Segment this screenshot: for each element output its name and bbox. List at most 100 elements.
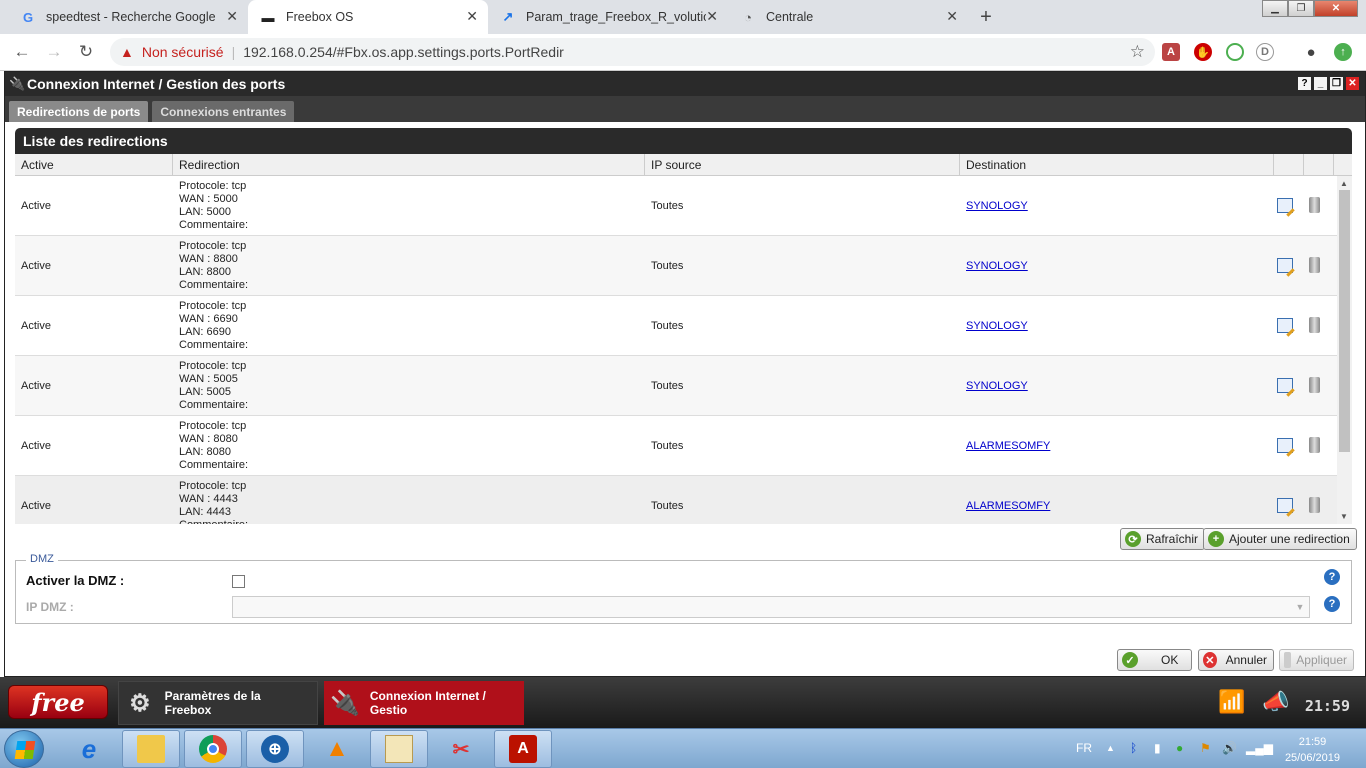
minimize-button[interactable]: _: [1314, 77, 1327, 90]
edit-icon[interactable]: [1277, 438, 1293, 453]
close-icon[interactable]: ✕: [946, 8, 958, 25]
edit-icon[interactable]: [1277, 378, 1293, 393]
col-redirection[interactable]: Redirection: [173, 154, 645, 176]
table-row[interactable]: Active Protocole: tcpWAN : 4443LAN: 4443C…: [15, 476, 1352, 524]
maximize-button[interactable]: ❐: [1288, 0, 1314, 17]
dmz-ip-select[interactable]: ▼: [232, 596, 1310, 618]
browser-toolbar: ← → ↻ ▲ Non sécurisé | 192.168.0.254/#Fb…: [0, 34, 1366, 71]
trash-icon[interactable]: [1309, 437, 1320, 453]
bookmark-star-icon[interactable]: ☆: [1130, 42, 1145, 62]
cancel-button[interactable]: ✕ Annuler: [1198, 649, 1274, 671]
close-button[interactable]: ✕: [1314, 0, 1358, 17]
apply-button[interactable]: Appliquer: [1279, 649, 1354, 671]
sync-extension-icon[interactable]: [1226, 43, 1244, 61]
tab-speedtest[interactable]: G speedtest - Recherche Google ✕: [8, 0, 248, 34]
cell-redirection: Protocole: tcpWAN : 4443LAN: 4443Comment…: [173, 480, 645, 525]
update-icon[interactable]: ↑: [1334, 43, 1352, 61]
edit-icon[interactable]: [1277, 318, 1293, 333]
app-taskbar-icon[interactable]: ⊕: [246, 730, 304, 768]
col-ip-source[interactable]: IP source: [645, 154, 960, 176]
edit-icon[interactable]: [1277, 498, 1293, 513]
trash-icon[interactable]: [1309, 257, 1320, 273]
add-redirection-button[interactable]: + Ajouter une redirection: [1203, 528, 1357, 550]
trash-icon[interactable]: [1309, 497, 1320, 513]
minimize-button[interactable]: ▁: [1262, 0, 1288, 17]
ok-button[interactable]: ✓ OK: [1117, 649, 1192, 671]
close-button[interactable]: ✕: [1346, 77, 1359, 90]
vlc-taskbar-icon[interactable]: ▲: [308, 730, 366, 768]
edit-icon[interactable]: [1277, 198, 1293, 213]
battery-icon[interactable]: ▮: [1154, 741, 1161, 755]
trash-icon[interactable]: [1309, 197, 1320, 213]
adblock-extension-icon[interactable]: ✋: [1194, 43, 1212, 61]
maximize-button[interactable]: ❐: [1330, 77, 1343, 90]
dmz-enable-checkbox[interactable]: [232, 575, 245, 588]
trash-icon[interactable]: [1309, 317, 1320, 333]
chrome-taskbar-icon[interactable]: [184, 730, 242, 768]
table-row[interactable]: Active Protocole: tcp WAN : 6690 LAN: 6690 C…: [15, 296, 1352, 356]
forward-button[interactable]: →: [42, 40, 66, 64]
tray-expand-icon[interactable]: ▲: [1106, 743, 1115, 753]
profile-icon[interactable]: ●: [1302, 43, 1320, 61]
viewer-taskbar-icon[interactable]: [370, 730, 428, 768]
signal-icon[interactable]: ▂▄▆: [1246, 741, 1273, 755]
close-icon[interactable]: ✕: [226, 8, 238, 25]
help-button[interactable]: ?: [1298, 77, 1311, 90]
destination-link[interactable]: ALARMESOMFY: [966, 500, 1050, 512]
back-button[interactable]: ←: [10, 40, 34, 64]
chevron-down-icon[interactable]: ▼: [1291, 597, 1309, 617]
destination-link[interactable]: SYNOLOGY: [966, 200, 1028, 212]
destination-link[interactable]: SYNOLOGY: [966, 320, 1028, 332]
address-bar[interactable]: ▲ Non sécurisé | 192.168.0.254/#Fbx.os.a…: [110, 38, 1155, 66]
pdf-extension-icon[interactable]: A: [1162, 43, 1180, 61]
cell-ip-source: Toutes: [651, 199, 684, 212]
wifi-icon[interactable]: 📶: [1218, 689, 1245, 715]
volume-icon[interactable]: 🔊: [1222, 741, 1237, 755]
wan-port-text: WAN : 5005: [179, 372, 238, 385]
table-row[interactable]: Active Protocole: tcp WAN : 5005 LAN: 5005 C…: [15, 356, 1352, 416]
trash-icon[interactable]: [1309, 377, 1320, 393]
help-icon[interactable]: ?: [1324, 596, 1340, 612]
cell-redirection: Protocole: tcp WAN : 8800 LAN: 8800 Comment…: [173, 240, 645, 292]
close-icon[interactable]: ✕: [706, 8, 718, 25]
edit-icon[interactable]: [1277, 258, 1293, 273]
snipping-taskbar-icon[interactable]: ✂: [432, 730, 490, 768]
table-row[interactable]: Active Protocole: tcp WAN : 8800 LAN: 8800 C…: [15, 236, 1352, 296]
taskbar-item-settings[interactable]: ⚙ Paramètres de la Freebox: [118, 681, 318, 725]
close-icon[interactable]: ✕: [466, 8, 478, 25]
flag-icon[interactable]: ⚑: [1200, 741, 1211, 755]
destination-link[interactable]: SYNOLOGY: [966, 380, 1028, 392]
refresh-button[interactable]: ⟳ Rafraîchir: [1120, 528, 1206, 550]
col-active[interactable]: Active: [15, 154, 173, 176]
tab-incoming-connections[interactable]: Connexions entrantes: [152, 101, 295, 122]
scroll-thumb[interactable]: [1339, 190, 1350, 452]
table-row[interactable]: Active Protocole: tcp WAN : 8080 LAN: 8080 C…: [15, 416, 1352, 476]
table-header: Active Redirection IP source Destination: [15, 154, 1352, 176]
megaphone-icon[interactable]: 📣: [1262, 689, 1289, 715]
scroll-down-icon[interactable]: ▼: [1340, 512, 1348, 521]
scrollbar[interactable]: ▲ ▼: [1337, 176, 1352, 524]
reload-button[interactable]: ↻: [74, 40, 98, 64]
taskbar-item-connection[interactable]: 🔌 Connexion Internet / Gestio: [324, 681, 524, 725]
bluetooth-icon[interactable]: ᛒ: [1130, 741, 1137, 755]
d-extension-icon[interactable]: D: [1256, 43, 1274, 61]
tab-freebox-os[interactable]: ▬ Freebox OS ✕: [248, 0, 488, 34]
new-tab-button[interactable]: +: [972, 5, 1000, 29]
help-icon[interactable]: ?: [1324, 569, 1340, 585]
start-button[interactable]: [4, 730, 44, 768]
network-app-icon[interactable]: ●: [1176, 741, 1183, 755]
scroll-up-icon[interactable]: ▲: [1340, 179, 1348, 188]
tab-centrale[interactable]: ◔ Centrale ✕: [728, 0, 968, 34]
language-indicator[interactable]: FR: [1076, 741, 1092, 755]
destination-link[interactable]: ALARMESOMFY: [966, 440, 1050, 452]
destination-link[interactable]: SYNOLOGY: [966, 260, 1028, 272]
tab-port-redirections[interactable]: Redirections de ports: [9, 101, 149, 122]
free-logo[interactable]: free: [8, 685, 108, 719]
system-clock[interactable]: 21:59 25/06/2019: [1285, 734, 1340, 766]
ie-taskbar-icon[interactable]: e: [60, 730, 118, 768]
explorer-taskbar-icon[interactable]: [122, 730, 180, 768]
tab-parametrage[interactable]: ↗ Param_trage_Freebox_R_volution ✕: [488, 0, 728, 34]
acrobat-taskbar-icon[interactable]: A: [494, 730, 552, 768]
col-destination[interactable]: Destination: [960, 154, 1274, 176]
table-row[interactable]: Active Protocole: tcp WAN : 5000 LAN: 5000 C…: [15, 176, 1352, 236]
